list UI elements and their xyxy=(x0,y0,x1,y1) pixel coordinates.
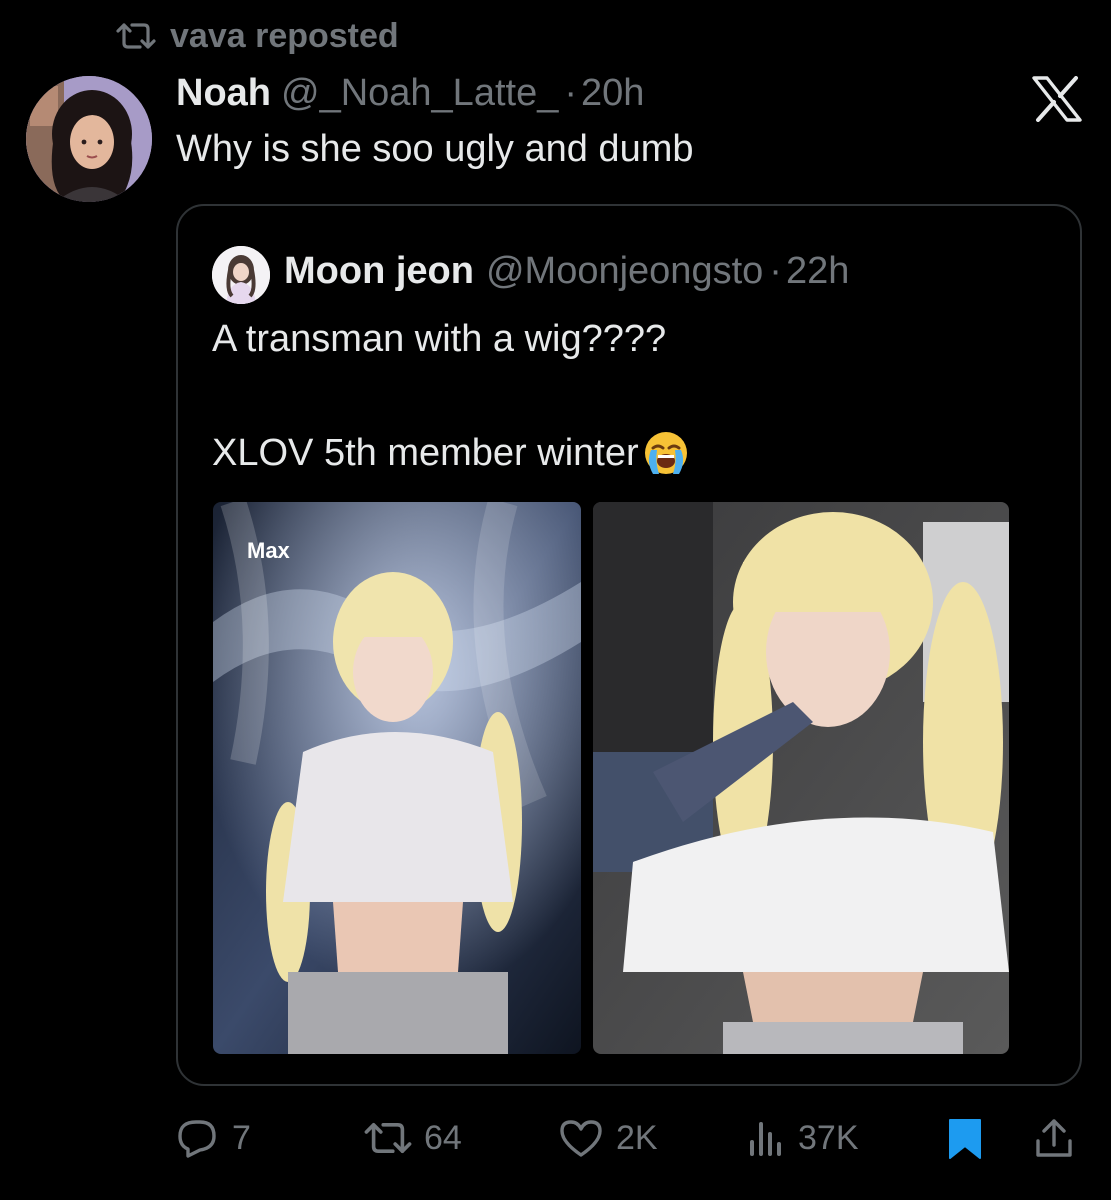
quoted-tweet-text-line-2: XLOV 5th member winter xyxy=(212,431,639,474)
quoted-tweet-card[interactable]: Moon jeon @Moonjeongsto · 22h A transman… xyxy=(176,204,1082,1086)
x-logo-icon xyxy=(1032,76,1082,122)
header-separator: · xyxy=(564,72,577,114)
quoted-author-handle[interactable]: @Moonjeongsto xyxy=(486,250,763,293)
author-name[interactable]: Noah xyxy=(176,72,271,115)
reply-icon xyxy=(176,1118,220,1158)
quoted-header-separator: · xyxy=(769,250,782,292)
quoted-author-name[interactable]: Moon jeon xyxy=(284,250,474,293)
like-count: 2K xyxy=(616,1118,658,1157)
quoted-tweet-text-line-1: A transman with a wig???? xyxy=(212,318,667,360)
repost-icon xyxy=(116,21,156,51)
quoted-tweet-text-line-2-container: XLOV 5th member winter xyxy=(212,428,691,478)
quoted-author-avatar[interactable] xyxy=(212,246,270,304)
tweet-timestamp[interactable]: 20h xyxy=(581,72,644,115)
repost-button[interactable]: 64 xyxy=(364,1108,462,1168)
repost-icon xyxy=(364,1120,412,1156)
quoted-tweet-header: Moon jeon @Moonjeongsto · 22h xyxy=(284,250,849,300)
quoted-tweet-photo-backstage[interactable] xyxy=(593,502,1009,1054)
heart-icon xyxy=(558,1118,604,1158)
repost-banner-text: vava reposted xyxy=(170,16,399,55)
bookmark-button[interactable] xyxy=(946,1108,984,1168)
views-count: 37K xyxy=(798,1118,859,1157)
tweet-text: Why is she soo ugly and dumb xyxy=(176,128,694,170)
repost-count: 64 xyxy=(424,1118,462,1157)
author-avatar[interactable] xyxy=(26,76,152,202)
repost-banner[interactable]: vava reposted xyxy=(116,16,399,56)
avatar-illustration xyxy=(26,76,152,202)
reply-button[interactable]: 7 xyxy=(176,1108,251,1168)
like-button[interactable]: 2K xyxy=(558,1108,658,1168)
views-button[interactable]: 37K xyxy=(748,1108,859,1168)
bar-chart-icon xyxy=(748,1118,786,1158)
bookmark-icon xyxy=(946,1116,984,1160)
loudly-crying-face-emoji xyxy=(641,428,691,478)
share-button[interactable] xyxy=(1034,1108,1074,1168)
quoted-tweet-photo-stage[interactable]: Max xyxy=(213,502,581,1054)
reply-count: 7 xyxy=(232,1118,251,1157)
quoted-tweet-timestamp[interactable]: 22h xyxy=(786,250,849,293)
author-handle[interactable]: @_Noah_Latte_ xyxy=(281,72,558,115)
tweet-header: Noah @_Noah_Latte_ · 20h xyxy=(176,72,644,120)
share-icon xyxy=(1034,1117,1074,1159)
photo-overlay-text: Max xyxy=(247,538,290,563)
tweet-action-bar: 7 64 2K 37K xyxy=(0,1108,1111,1168)
